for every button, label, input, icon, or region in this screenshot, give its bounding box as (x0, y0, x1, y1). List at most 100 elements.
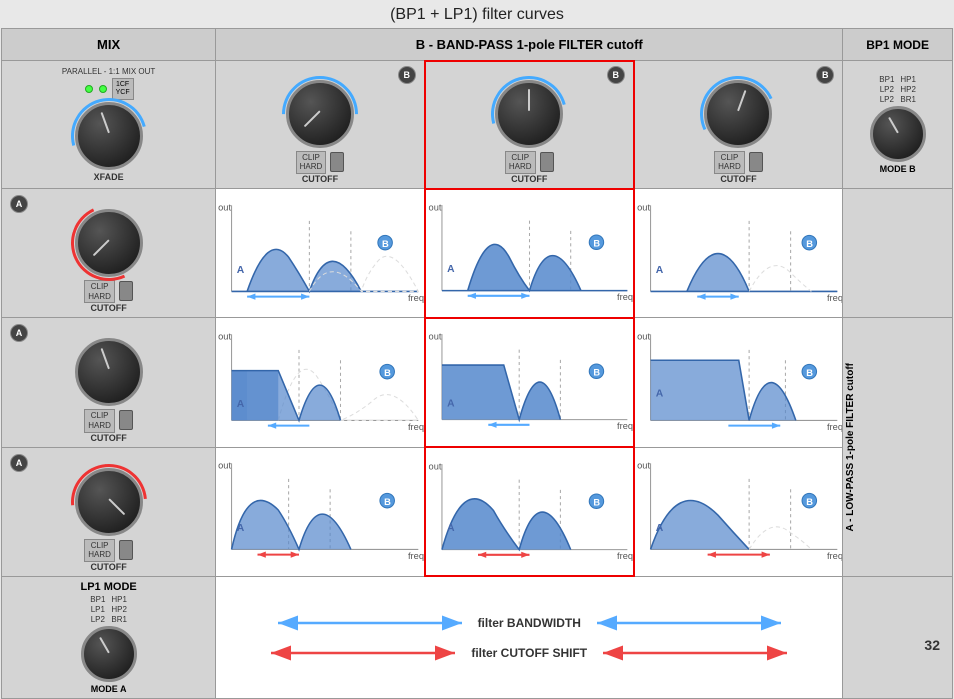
svg-text:B: B (384, 497, 391, 507)
curve-svg-1-3: out freq. A B (635, 200, 843, 304)
curve-svg-1-2: out freq. A B (426, 200, 633, 303)
bandwidth-left-arrow (270, 614, 470, 632)
mix-header: MIX (2, 29, 216, 61)
bp-knob-cell-2: B CLIPHARD CUTOFF (425, 61, 634, 189)
lp-knob[interactable] (75, 338, 143, 406)
bp-header: B - BAND-PASS 1-pole FILTER cutoff (216, 29, 843, 61)
curve-svg-3-3: out freq. A B (635, 458, 843, 562)
bandwidth-label: filter BANDWIDTH (478, 616, 581, 630)
clip-hard-btn-2[interactable]: CLIPHARD (505, 151, 536, 174)
lp-cutoff: CUTOFF (90, 433, 126, 443)
clip-hard-lp2[interactable]: CLIPHARD (84, 539, 115, 562)
svg-text:out: out (218, 461, 231, 471)
cutoff-right-arrow (595, 644, 795, 662)
bp-cutoff-label-2: CUTOFF (511, 174, 547, 184)
lp2-cutoff: CUTOFF (90, 562, 126, 572)
a-badge-lp: A (10, 324, 28, 342)
svg-text:A: A (447, 523, 455, 534)
svg-text:freq.: freq. (617, 292, 633, 302)
toggle-box[interactable]: 1CFYCF (112, 78, 134, 101)
svg-text:A: A (447, 399, 455, 410)
bp-cutoff-label-3: CUTOFF (720, 174, 756, 184)
svg-text:B: B (593, 497, 600, 507)
a-label: A (237, 265, 245, 276)
curve-1-1: out freq. A B B (216, 189, 425, 318)
knob-row: PARALLEL - 1:1 MIX OUT 1CFYCF XFADE B (2, 61, 953, 189)
bottom-arrows-cell: filter BANDWIDTH (216, 576, 843, 698)
header-row: MIX B - BAND-PASS 1-pole FILTER cutoff B… (2, 29, 953, 61)
curve-1-3: out freq. A B (634, 189, 843, 318)
bp1-mode-cell: BP1HP1 LP2HP2 LP2BR1 MODE B (843, 61, 953, 189)
svg-text:A: A (655, 389, 663, 400)
svg-text:B: B (806, 239, 813, 249)
b-badge-3: B (816, 66, 834, 84)
curve-svg-3-2: out freq. A B (426, 459, 633, 562)
cutoff-left-arrow (263, 644, 463, 662)
cutoff-shift-label: filter CUTOFF SHIFT (471, 646, 587, 660)
svg-text:freq.: freq. (827, 293, 843, 303)
curve-2-3: out freq. A B (634, 318, 843, 447)
curve-2-1: out freq. A B (216, 318, 425, 447)
clip-hard-lp[interactable]: CLIPHARD (84, 409, 115, 432)
bp1-mode-area: BP1HP1 LP2HP2 LP2BR1 MODE B (843, 71, 952, 178)
curve-svg-2-2: out freq. A B (426, 329, 633, 432)
bandwidth-right-arrow (589, 614, 789, 632)
svg-text:out: out (428, 461, 441, 471)
green-led-2 (99, 85, 107, 93)
svg-text:freq.: freq. (617, 421, 633, 431)
clip-hard-btn-1[interactable]: CLIPHARD (296, 151, 327, 174)
svg-text:out: out (428, 332, 441, 342)
curve-row-1: A CLIPHARD CUTOFF out freq. (2, 189, 953, 318)
lp1-mode-area: LP1 MODE BP1HP1 LP1HP2 LP2BR1 MODE A (2, 577, 215, 698)
lp1-mode-knob[interactable] (81, 626, 137, 682)
curve-svg-1-1: out freq. A B B (216, 200, 424, 304)
a-knob-cell-1: A CLIPHARD CUTOFF (2, 189, 216, 318)
mode-a-label: MODE A (91, 684, 127, 694)
lp-knob-cell: A CLIPHARD CUTOFF (2, 318, 216, 447)
bp1-mode-indicator (888, 117, 899, 134)
a-badge-lp2: A (10, 454, 28, 472)
a-badge-1: A (10, 195, 28, 213)
a-cutoff-1: CUTOFF (90, 303, 126, 313)
svg-text:out: out (428, 203, 441, 213)
lp-knob-indicator (100, 348, 109, 369)
svg-text:B: B (806, 497, 813, 507)
clip-hard-btn-3[interactable]: CLIPHARD (714, 151, 745, 174)
b-badge-2: B (607, 66, 625, 84)
lp-side-label: A - LOW-PASS 1-pole FILTER cutoff (843, 359, 871, 536)
svg-text:A: A (237, 523, 245, 534)
svg-text:freq.: freq. (827, 551, 843, 561)
lp-knob-cell-2: A CLIPHARD CUTOFF (2, 447, 216, 576)
curve-1-2: out freq. A B (425, 189, 634, 318)
mode-empty-1 (843, 189, 953, 318)
svg-text:freq.: freq. (408, 422, 424, 432)
svg-text:A: A (655, 523, 663, 534)
bp1-mode-labels: BP1HP1 LP2HP2 LP2BR1 (879, 75, 916, 104)
bp1-mode-knob[interactable] (870, 106, 926, 162)
curve-svg-2-3: out freq. A B (635, 329, 843, 433)
curve-3-1: out freq. A B (216, 447, 425, 576)
svg-text:out: out (637, 331, 650, 341)
bandwidth-row: filter BANDWIDTH (216, 614, 842, 632)
svg-text:freq.: freq. (617, 551, 633, 561)
svg-text:B: B (806, 368, 813, 378)
lp1-mode-labels: BP1HP1 LP1HP2 LP2BR1 (90, 595, 127, 624)
svg-text:out: out (637, 202, 650, 212)
xfade-area: PARALLEL - 1:1 MIX OUT 1CFYCF XFADE (2, 67, 215, 183)
svg-text:B: B (593, 368, 600, 378)
svg-text:B: B (382, 239, 389, 249)
clip-hard-a1[interactable]: CLIPHARD (84, 280, 115, 303)
b-badge-1: B (398, 66, 416, 84)
svg-text:A: A (237, 399, 245, 410)
bp-knob-cell-1: B CLIPHARD CUTOFF (216, 61, 425, 189)
freq-label: freq. (408, 293, 424, 303)
bp-knob-cell-3: B CLIPHARD CUTOFF (634, 61, 843, 189)
svg-text:out: out (637, 461, 650, 471)
bottom-row: LP1 MODE BP1HP1 LP1HP2 LP2BR1 MODE A (2, 576, 953, 698)
svg-text:B: B (593, 239, 600, 249)
curve-2-2: out freq. A B (425, 318, 634, 447)
curve-row-3: A CLIPHARD CUTOFF out freq. (2, 447, 953, 576)
lp1-mode-indicator (99, 637, 110, 654)
svg-text:B: B (384, 368, 391, 378)
curve-svg-3-1: out freq. A B (216, 458, 424, 562)
